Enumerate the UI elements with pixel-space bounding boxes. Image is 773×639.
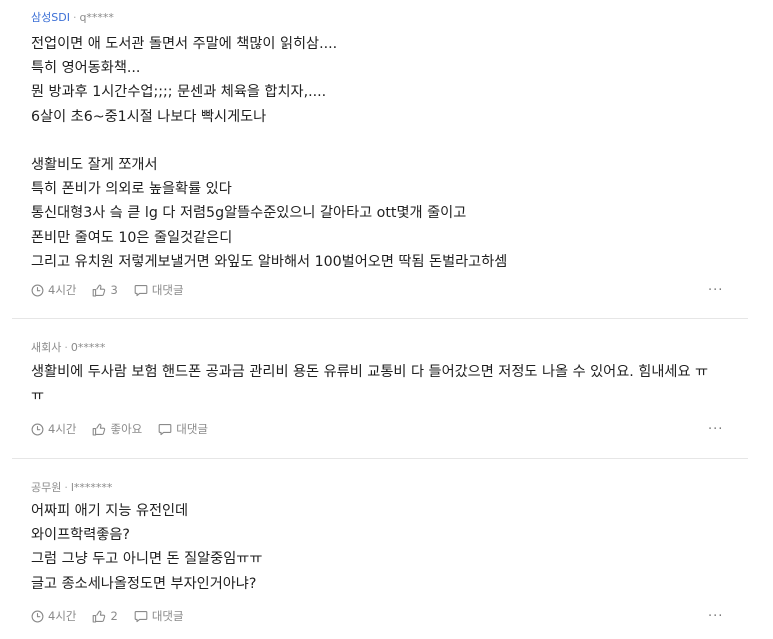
comment-line: 폰비만 줄여도 10은 줄일것같은디 — [31, 229, 233, 246]
reply-label: 대댓글 — [151, 283, 184, 297]
meta-separator: · — [72, 11, 77, 24]
comment-actions: 4시간 좋아요 대댓글 — [31, 420, 224, 438]
comment-line: 생활비도 잘게 쪼개서 — [31, 156, 158, 173]
like-button[interactable]: 3 — [92, 283, 118, 297]
comment-line: 특히 영어동화책... — [31, 60, 141, 77]
timestamp-text: 4시간 — [48, 283, 77, 297]
reply-label: 대댓글 — [151, 609, 184, 623]
comment-line: 생활비에 두사람 보험 핸드폰 공과금 관리비 용돈 유류비 교통비 다 들어갔… — [31, 364, 709, 405]
comment-body: 어짜피 애기 지능 유전인데 와이프학력좋음? 그럼 그냥 두고 아니면 돈 질… — [31, 499, 721, 596]
like-button[interactable]: 좋아요 — [92, 421, 142, 437]
thumbs-up-icon — [93, 423, 106, 436]
speech-bubble-icon — [158, 423, 172, 435]
reply-label: 대댓글 — [176, 422, 208, 436]
more-options-button[interactable]: ··· — [708, 283, 723, 298]
author-name: q***** — [79, 11, 114, 24]
clock-icon — [31, 423, 44, 435]
comment-line: 어짜피 애기 지능 유전인데 — [31, 503, 189, 519]
like-count: 좋아요 — [110, 422, 143, 436]
meta-separator: · — [64, 481, 68, 494]
like-button[interactable]: 2 — [92, 609, 118, 623]
comment-line — [31, 129, 721, 153]
comment-line: 특히 폰비가 의외로 높을확률 있다 — [31, 181, 232, 198]
thumbs-up-icon — [93, 284, 106, 297]
comment-body: 전업이면 애 도서관 돌면서 주말에 책많이 읽히삼.... 특히 영어동화책.… — [31, 32, 721, 274]
comment-line: 와이프학력좋음? — [31, 527, 130, 544]
comment-actions: 4시간 2 대댓글 — [31, 607, 200, 625]
timestamp-text: 4시간 — [48, 609, 77, 623]
timestamp-text: 4시간 — [48, 422, 77, 436]
reply-button[interactable]: 대댓글 — [134, 282, 184, 298]
company-name[interactable]: 삼성SDI — [31, 11, 70, 24]
comment-meta: 새회사 · 0***** — [31, 339, 105, 355]
comment-line: 그럼 그냥 두고 아니면 돈 질알중임ㅠㅠ — [31, 551, 263, 568]
timestamp: 4시간 — [31, 421, 76, 437]
clock-icon — [31, 610, 44, 622]
comment-line: 뭔 방과후 1시간수업;;;; 문센과 체육을 합치자,.... — [31, 84, 327, 101]
thumbs-up-icon — [93, 610, 106, 623]
meta-separator: · — [64, 341, 68, 354]
timestamp: 4시간 — [31, 282, 76, 298]
comment-actions: 4시간 3 대댓글 — [31, 281, 200, 299]
more-options-button[interactable]: ··· — [708, 609, 723, 624]
author-name: 0***** — [70, 341, 106, 354]
reply-button[interactable]: 대댓글 — [134, 608, 184, 624]
comment-body: 생활비에 두사람 보험 핸드폰 공과금 관리비 용돈 유류비 교통비 다 들어갔… — [31, 360, 721, 408]
author-name: l******* — [70, 481, 113, 494]
timestamp: 4시간 — [31, 608, 76, 624]
comment-divider — [12, 318, 748, 319]
comment-meta: 공무원 · l******* — [31, 479, 112, 495]
comment-line: 글고 종소세나올정도면 부자인거아냐? — [31, 575, 257, 592]
more-options-button[interactable]: ··· — [708, 422, 723, 437]
comment-line: 6살이 초6~중1시절 나보다 빡시게도나 — [31, 108, 267, 125]
like-count: 2 — [110, 609, 118, 623]
company-name[interactable]: 공무원 — [31, 481, 61, 494]
speech-bubble-icon — [134, 610, 148, 622]
comment-line: 통신대형3사 슼 큳 lg 다 저렴5g알뜰수준있으니 갈아타고 ott몇개 줄… — [31, 205, 467, 222]
speech-bubble-icon — [134, 284, 148, 296]
clock-icon — [31, 284, 44, 296]
reply-button[interactable]: 대댓글 — [158, 421, 208, 437]
comment-meta: 삼성SDI · q***** — [31, 9, 114, 25]
comment-line: 전업이면 애 도서관 돌면서 주말에 책많이 읽히삼.... — [31, 36, 338, 52]
comment-divider — [12, 458, 748, 459]
company-name[interactable]: 새회사 — [31, 341, 61, 354]
comment-line: 그리고 유치원 저렇게보낼거면 와잎도 알바해서 100벌어오면 딱됨 돈벌라고… — [31, 253, 508, 270]
like-count: 3 — [110, 283, 118, 297]
